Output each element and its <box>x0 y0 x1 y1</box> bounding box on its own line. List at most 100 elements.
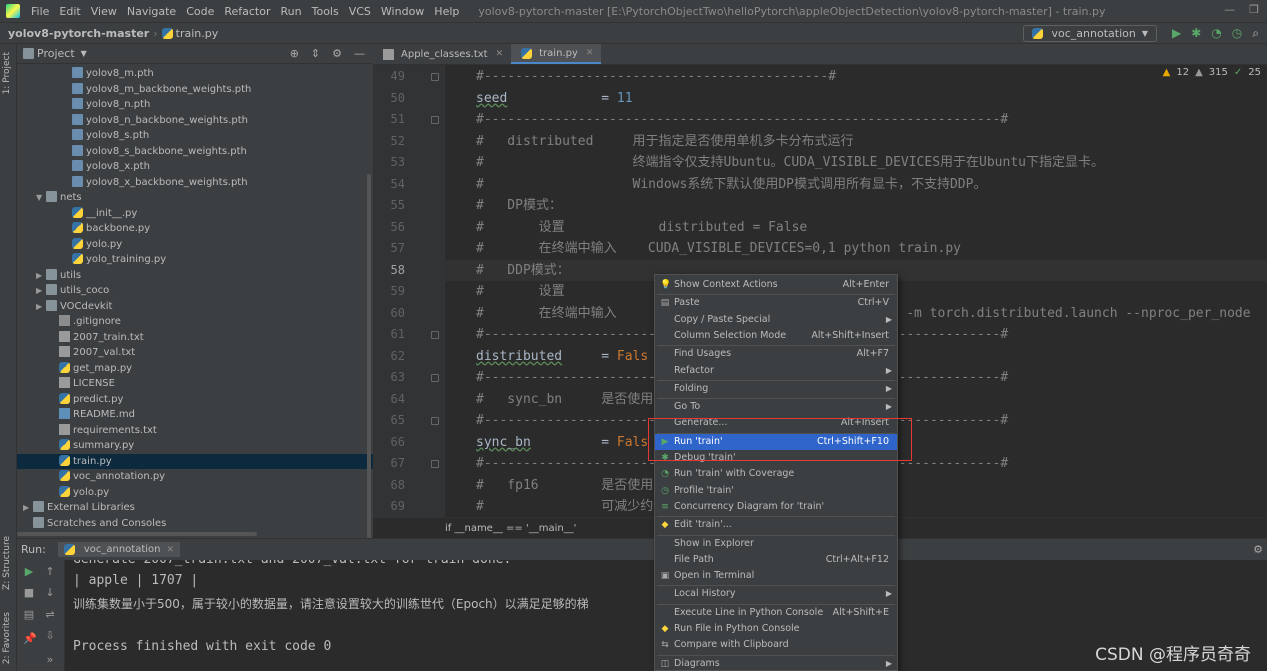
tree-item[interactable]: yolo.py <box>17 485 373 501</box>
profile-icon[interactable]: ◷ <box>1232 26 1242 41</box>
tree-item[interactable]: yolov8_n_backbone_weights.pth <box>17 113 373 129</box>
context-menu-item-execute-line-in-python-console[interactable]: Execute Line in Python Console Alt+Shift+… <box>655 605 897 621</box>
tree-item[interactable]: README.md <box>17 407 373 423</box>
stop-icon[interactable]: ■ <box>23 587 35 599</box>
menu-code[interactable]: Code <box>181 5 219 18</box>
tree-item[interactable]: yolov8_m.pth <box>17 66 373 82</box>
context-menu-item-go-to[interactable]: Go To ▶ <box>655 399 897 415</box>
fold-marker-icon[interactable] <box>431 331 439 339</box>
tree-item[interactable]: train.py <box>17 453 373 469</box>
context-menu-item-find-usages[interactable]: Find Usages Alt+F7 <box>655 346 897 362</box>
tree-item[interactable]: LICENSE <box>17 376 373 392</box>
menu-vcs[interactable]: VCS <box>344 5 376 18</box>
minimize-icon[interactable]: — <box>1224 3 1235 16</box>
tree-item[interactable]: ▶ utils_coco <box>17 283 373 299</box>
hide-icon[interactable]: — <box>354 47 365 60</box>
menu-navigate[interactable]: Navigate <box>122 5 181 18</box>
tree-item[interactable]: 2007_train.txt <box>17 330 373 346</box>
breadcrumb-file[interactable]: train.py <box>176 27 219 40</box>
tree-horizontal-scrollbar[interactable] <box>17 532 257 536</box>
gear-icon[interactable]: ⚙ <box>1253 543 1263 556</box>
tree-item[interactable]: ▶ utils <box>17 268 373 284</box>
run-icon[interactable]: ▶ <box>1172 26 1181 41</box>
project-tool-tab[interactable]: 1: Project <box>2 52 12 94</box>
menu-file[interactable]: File <box>26 5 54 18</box>
context-menu-item-copy-paste-special[interactable]: Copy / Paste Special ▶ <box>655 312 897 328</box>
menu-view[interactable]: View <box>86 5 122 18</box>
tree-item[interactable]: ▶ VOCdevkit <box>17 299 373 315</box>
fold-marker-icon[interactable] <box>431 417 439 425</box>
chevron-right-icon[interactable]: ▶ <box>36 299 46 315</box>
fold-marker-icon[interactable] <box>431 116 439 124</box>
breadcrumb-project[interactable]: yolov8-pytorch-master <box>8 27 149 40</box>
menu-edit[interactable]: Edit <box>54 5 85 18</box>
restore-icon[interactable]: ❐ <box>1249 3 1259 16</box>
context-menu-item-show-in-explorer[interactable]: Show in Explorer <box>655 536 897 552</box>
tree-item[interactable]: .gitignore <box>17 314 373 330</box>
more-icon[interactable]: » <box>44 654 56 666</box>
chevron-right-icon[interactable]: ▶ <box>36 283 46 299</box>
context-menu-item-paste[interactable]: ▤ Paste Ctrl+V <box>655 295 897 311</box>
tree-item[interactable]: yolov8_s.pth <box>17 128 373 144</box>
structure-tool-tab[interactable]: Z: Structure <box>2 536 12 590</box>
soft-wrap-icon[interactable]: ⇌ <box>44 609 56 621</box>
context-menu-item-concurrency-diagram-for-train[interactable]: ≡ Concurrency Diagram for 'train' <box>655 499 897 515</box>
pin-icon[interactable]: 📌 <box>23 633 37 645</box>
debug-icon[interactable]: ✱ <box>1191 26 1201 41</box>
chevron-down-icon[interactable]: ▼ <box>81 49 87 58</box>
arrow-up-icon[interactable]: ↑ <box>44 566 56 578</box>
context-menu-item-file-path[interactable]: File Path Ctrl+Alt+F12 <box>655 552 897 568</box>
run-configuration-select[interactable]: voc_annotation ▼ <box>1022 25 1157 42</box>
menu-refactor[interactable]: Refactor <box>219 5 275 18</box>
layout-icon[interactable]: ▤ <box>23 609 35 621</box>
context-menu-item-diagrams[interactable]: ◫ Diagrams ▶ <box>655 656 897 671</box>
close-icon[interactable]: ✕ <box>496 49 504 59</box>
tree-item[interactable]: yolov8_s_backbone_weights.pth <box>17 144 373 160</box>
chevron-right-icon[interactable]: ▶ <box>23 500 33 516</box>
inspection-widget[interactable]: ▲ 12 ▲ 315 ✓ 25 <box>1163 67 1261 78</box>
arrow-down-icon[interactable]: ↓ <box>44 587 56 599</box>
tree-item[interactable]: 2007_val.txt <box>17 345 373 361</box>
rerun-icon[interactable]: ▶ <box>23 566 35 578</box>
chevron-down-icon[interactable]: ▼ <box>36 190 46 206</box>
tree-item[interactable]: yolov8_x_backbone_weights.pth <box>17 175 373 191</box>
run-tab-voc-annotation[interactable]: voc_annotation ✕ <box>57 542 181 557</box>
tree-item[interactable]: summary.py <box>17 438 373 454</box>
menu-tools[interactable]: Tools <box>307 5 344 18</box>
context-menu-item-show-context-actions[interactable]: 💡 Show Context Actions Alt+Enter <box>655 277 897 293</box>
tree-item[interactable]: get_map.py <box>17 361 373 377</box>
context-menu-item-refactor[interactable]: Refactor ▶ <box>655 363 897 379</box>
tree-item[interactable]: ▶ External Libraries <box>17 500 373 516</box>
context-menu-item-local-history[interactable]: Local History ▶ <box>655 586 897 602</box>
tree-item[interactable]: yolov8_m_backbone_weights.pth <box>17 82 373 98</box>
scroll-to-end-icon[interactable]: ⇩ <box>44 630 56 642</box>
fold-marker-icon[interactable] <box>431 460 439 468</box>
chevron-right-icon[interactable]: ▶ <box>36 268 46 284</box>
context-menu-item-compare-with-clipboard[interactable]: ⇆ Compare with Clipboard <box>655 637 897 653</box>
context-menu-item-run-file-in-python-console[interactable]: ◆ Run File in Python Console <box>655 621 897 637</box>
close-icon[interactable]: ✕ <box>166 545 174 555</box>
context-menu-item-edit-train[interactable]: ◆ Edit 'train'... <box>655 517 897 533</box>
gear-icon[interactable]: ⚙ <box>332 47 342 60</box>
tree-item[interactable]: Scratches and Consoles <box>17 516 373 532</box>
project-view-label[interactable]: Project <box>37 47 75 60</box>
context-menu-item-column-selection-mode[interactable]: Column Selection Mode Alt+Shift+Insert <box>655 328 897 344</box>
tree-item[interactable]: __init__.py <box>17 206 373 222</box>
coverage-icon[interactable]: ◔ <box>1211 26 1221 41</box>
tree-item[interactable]: requirements.txt <box>17 423 373 439</box>
tree-item[interactable]: voc_annotation.py <box>17 469 373 485</box>
tree-item[interactable]: ▼ nets <box>17 190 373 206</box>
menu-help[interactable]: Help <box>429 5 464 18</box>
editor-tab-train-py[interactable]: train.py ✕ <box>511 44 602 64</box>
tree-scrollbar[interactable] <box>367 174 371 544</box>
context-menu-item-open-in-terminal[interactable]: ▣ Open in Terminal <box>655 568 897 584</box>
tree-item[interactable]: yolo.py <box>17 237 373 253</box>
menu-window[interactable]: Window <box>376 5 429 18</box>
tree-item[interactable]: yolov8_x.pth <box>17 159 373 175</box>
tree-item[interactable]: yolov8_n.pth <box>17 97 373 113</box>
tree-item[interactable]: predict.py <box>17 392 373 408</box>
fold-marker-icon[interactable] <box>431 73 439 81</box>
close-icon[interactable]: ✕ <box>586 48 594 58</box>
search-icon[interactable]: ⌕ <box>1252 26 1259 41</box>
tree-item[interactable]: backbone.py <box>17 221 373 237</box>
